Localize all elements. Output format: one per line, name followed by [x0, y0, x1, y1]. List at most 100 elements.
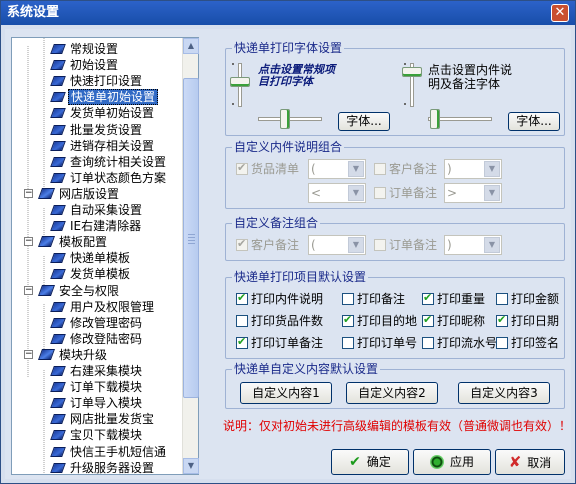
collapse-icon[interactable]: −: [24, 285, 33, 295]
check-icon: ✔: [423, 313, 433, 326]
chevron-down-icon: ▼: [484, 237, 500, 253]
tree-item[interactable]: 订单导入模块: [50, 395, 144, 411]
book-icon: [50, 333, 66, 344]
print-item-checkbox[interactable]: ✔ 打印内件说明: [236, 291, 323, 306]
font-button-right[interactable]: 字体...: [508, 112, 560, 131]
tree-item[interactable]: 发货单模板: [50, 266, 132, 282]
chevron-down-icon: ▼: [348, 185, 364, 201]
book-icon: [50, 446, 66, 457]
custom-content-3-button[interactable]: 自定义内容3: [458, 382, 550, 404]
book-icon: [50, 172, 66, 183]
tree-item-label: 自动采集设置: [70, 203, 143, 217]
tree-item[interactable]: 初始设置: [50, 57, 120, 73]
title-bar: 系统设置 ✕: [1, 1, 575, 25]
print-item-checkbox[interactable]: ✔ 打印日期: [496, 313, 559, 328]
scroll-down-button[interactable]: ▼: [183, 458, 199, 474]
goods-prefix2-select[interactable]: < ▼: [308, 183, 366, 203]
remark-customer-note-checkbox[interactable]: ✔ 客户备注: [236, 237, 299, 252]
goods-suffix-select[interactable]: ) ▼: [444, 159, 502, 179]
print-item-checkbox[interactable]: ✔ 打印昵称: [422, 313, 485, 328]
font-size-slider-left[interactable]: [230, 77, 250, 87]
scroll-up-button[interactable]: ▲: [183, 38, 199, 54]
tree-item[interactable]: 用户及权限管理: [50, 299, 156, 315]
remark-order-note-checkbox[interactable]: 订单备注: [374, 238, 437, 252]
font-size-slider-right[interactable]: [402, 67, 422, 77]
tree-item-label: IE右建清除器: [70, 219, 142, 234]
close-button[interactable]: ✕: [551, 4, 569, 22]
remark-suffix-select[interactable]: ) ▼: [444, 235, 502, 255]
ok-button[interactable]: ✔ 确定: [331, 449, 409, 475]
tree-item[interactable]: 修改管理密码: [50, 315, 144, 331]
font-preview-right[interactable]: 点击设置内件说明及备注字体: [428, 63, 514, 91]
tree-item[interactable]: 查询统计相关设置: [50, 154, 168, 170]
tree-item[interactable]: 宝贝下载模块: [50, 427, 144, 443]
goods-prefix-select[interactable]: ( ▼: [308, 159, 366, 179]
apply-button[interactable]: 应用: [413, 449, 491, 475]
goods-list-checkbox[interactable]: ✔ 货品清单: [236, 161, 299, 176]
custom-content-2-button[interactable]: 自定义内容2: [346, 382, 438, 404]
tree-item[interactable]: − 安全与权限: [24, 283, 121, 299]
book-icon: [50, 76, 66, 87]
book-icon: [50, 317, 66, 328]
font-slider-right[interactable]: [430, 109, 440, 129]
print-item-checkbox[interactable]: ✔ 打印订单备注: [236, 335, 323, 350]
tree-item[interactable]: 快速打印设置: [50, 73, 144, 89]
print-item-checkbox[interactable]: 打印货品件数: [236, 314, 323, 328]
font-slider-left[interactable]: [280, 109, 290, 129]
checkmark-icon: ✔: [349, 454, 361, 470]
cancel-button[interactable]: ✘ 取消: [495, 449, 565, 475]
tree-item[interactable]: 快递单初始设置: [50, 89, 159, 106]
tree-item-label: 修改管理密码: [70, 315, 143, 330]
goods-suffix2-select[interactable]: > ▼: [444, 183, 502, 203]
book-icon: [50, 269, 66, 280]
tree-item[interactable]: 修改登陆密码: [50, 331, 144, 347]
font-preview-left[interactable]: 点击设置常规项目打印字体: [258, 64, 342, 88]
customer-note-checkbox[interactable]: 客户备注: [374, 162, 437, 176]
collapse-icon[interactable]: −: [24, 188, 33, 198]
tree-item[interactable]: 网店批量发货宝: [50, 411, 156, 427]
tree-item[interactable]: 升级服务器设置: [50, 460, 156, 476]
order-note-checkbox[interactable]: 订单备注: [374, 186, 437, 200]
tree-item[interactable]: 进销存相关设置: [50, 138, 156, 154]
tree-item-label: 升级服务器设置: [70, 460, 155, 475]
tree-item[interactable]: 批量发货设置: [50, 122, 144, 138]
tree-item-label: 快递单初始设置: [68, 89, 159, 106]
print-item-checkbox[interactable]: ✔ 打印重量: [422, 291, 485, 306]
tree-item-label: 快信王手机短信通: [70, 444, 167, 459]
tree-item[interactable]: − 模块升级: [24, 347, 109, 363]
tree-item[interactable]: IE右建清除器: [50, 218, 143, 234]
remark-prefix-select[interactable]: ( ▼: [308, 235, 366, 255]
print-items-group: 快递单打印项目默认设置 ✔ 打印内件说明 打印备注 ✔ 打印重量 打印金额 打印货品件数 ✔ 打…: [225, 270, 565, 359]
custom-content-1-button[interactable]: 自定义内容1: [240, 382, 332, 404]
tree-item[interactable]: − 模板配置: [24, 234, 109, 250]
book-icon: [50, 60, 66, 71]
tree-item[interactable]: 右建采集模块: [50, 363, 144, 379]
tree-item-label: 模块升级: [59, 347, 108, 362]
tree-item[interactable]: − 网店版设置: [24, 186, 121, 202]
print-item-checkbox[interactable]: 打印金额: [496, 292, 559, 306]
print-item-checkbox[interactable]: ✔ 打印目的地: [342, 313, 417, 328]
print-item-checkbox[interactable]: 打印订单号: [342, 336, 417, 350]
book-folder-icon: [37, 284, 56, 296]
tree-item-label: 订单下载模块: [70, 380, 143, 395]
tree-item-label: 模板配置: [59, 235, 108, 250]
tree-item[interactable]: 常规设置: [50, 41, 120, 57]
tree-item[interactable]: 订单状态颜色方案: [50, 170, 168, 186]
arrow-down-icon: ▼: [187, 461, 195, 470]
book-icon: [50, 140, 66, 151]
print-item-checkbox[interactable]: 打印流水号: [422, 336, 497, 350]
font-button-left[interactable]: 字体...: [338, 112, 390, 131]
collapse-icon[interactable]: −: [24, 349, 33, 359]
book-icon: [50, 414, 66, 425]
tree-item[interactable]: 快信王手机短信通: [50, 444, 168, 460]
tree-item[interactable]: 自动采集设置: [50, 202, 144, 218]
check-icon: ✔: [343, 313, 353, 326]
print-item-checkbox[interactable]: 打印签名: [496, 336, 559, 350]
tree-scrollbar[interactable]: ▲ ▼: [182, 38, 199, 474]
scroll-thumb[interactable]: [183, 78, 199, 398]
tree-item[interactable]: 发货单初始设置: [50, 105, 156, 121]
print-item-checkbox[interactable]: 打印备注: [342, 292, 405, 306]
collapse-icon[interactable]: −: [24, 237, 33, 247]
tree-item[interactable]: 订单下载模块: [50, 379, 144, 395]
tree-item[interactable]: 快递单模板: [50, 250, 132, 266]
